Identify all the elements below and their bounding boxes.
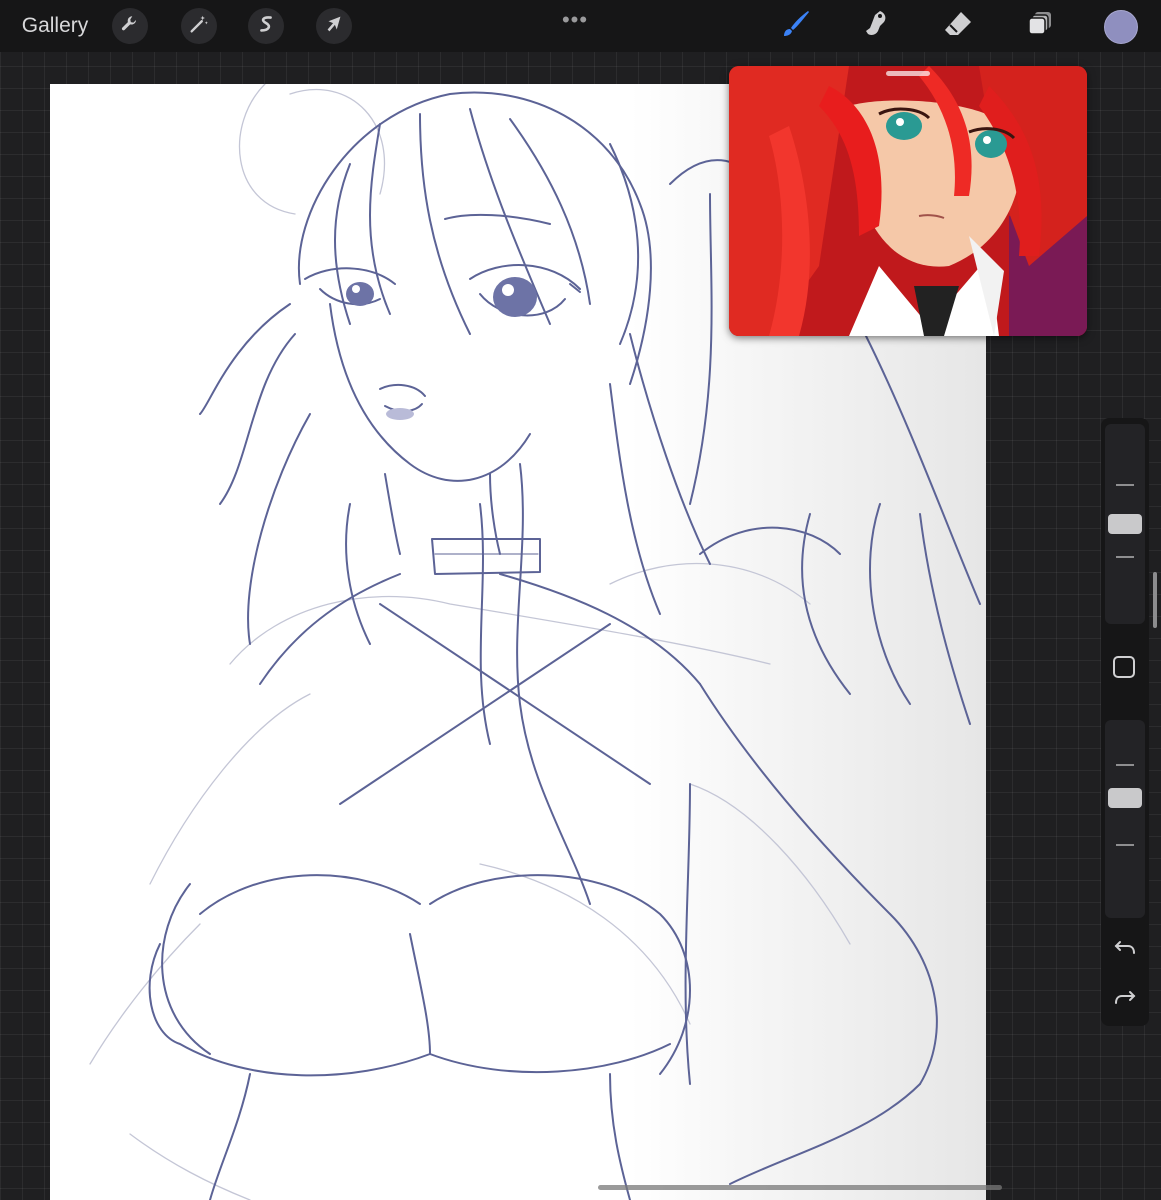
reference-image [729, 66, 1087, 336]
slider-tick [1116, 484, 1134, 486]
selection-button[interactable] [248, 8, 284, 44]
color-picker-button[interactable] [1104, 10, 1138, 44]
sidebar-drag-handle[interactable] [1153, 572, 1157, 628]
selection-s-icon [255, 13, 277, 40]
wrench-icon [119, 13, 141, 40]
adjustments-button[interactable] [181, 8, 217, 44]
eraser-tool-button[interactable] [938, 0, 978, 52]
transform-button[interactable] [316, 8, 352, 44]
layers-button[interactable] [1020, 0, 1060, 52]
smudge-icon [859, 7, 893, 46]
more-options-button[interactable]: ••• [555, 0, 595, 46]
actions-button[interactable] [112, 8, 148, 44]
home-indicator[interactable] [598, 1185, 1002, 1190]
slider-tick [1116, 844, 1134, 846]
opacity-slider[interactable] [1105, 720, 1145, 918]
opacity-thumb[interactable] [1108, 788, 1142, 808]
side-toolbar [1101, 418, 1149, 1026]
brush-size-thumb[interactable] [1108, 514, 1142, 534]
redo-arrow-icon [1112, 991, 1138, 1014]
reference-drag-handle[interactable] [886, 71, 930, 76]
undo-arrow-icon [1112, 941, 1138, 964]
slider-tick [1116, 556, 1134, 558]
eraser-icon [941, 7, 975, 46]
brush-size-slider[interactable] [1105, 424, 1145, 624]
magic-wand-icon [188, 13, 210, 40]
slider-tick [1116, 764, 1134, 766]
smudge-tool-button[interactable] [856, 0, 896, 52]
modify-button[interactable] [1113, 656, 1135, 678]
arrow-cursor-icon [323, 13, 345, 40]
gallery-button[interactable]: Gallery [16, 0, 94, 52]
top-toolbar: Gallery ••• [0, 0, 1161, 52]
layers-icon [1023, 7, 1057, 46]
brush-icon [779, 7, 813, 46]
brush-tool-button[interactable] [776, 0, 816, 52]
reference-window[interactable] [729, 66, 1087, 336]
undo-button[interactable] [1112, 934, 1138, 960]
redo-button[interactable] [1112, 984, 1138, 1010]
